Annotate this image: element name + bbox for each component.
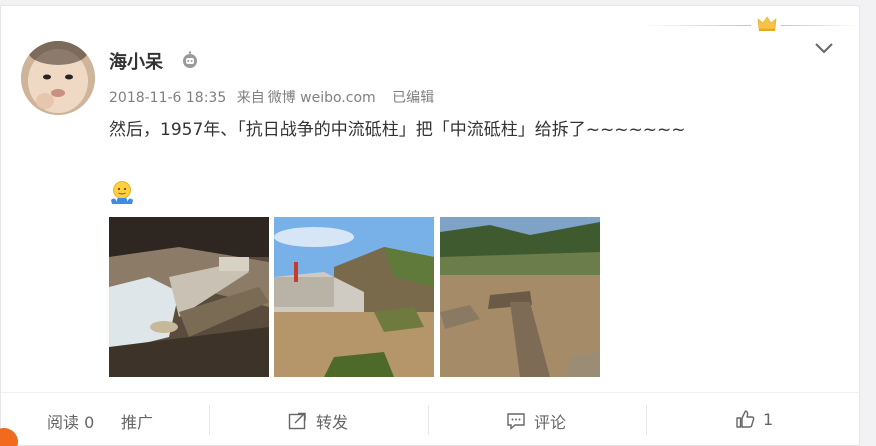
post-timestamp[interactable]: 2018-11-6 18:35 — [109, 90, 226, 106]
comment-icon — [507, 413, 525, 431]
member-crown-decoration — [641, 16, 859, 31]
footer-divider — [646, 405, 647, 435]
post-text: 然后，1957年、「抗日战争的中流砥柱」把「中流砥柱」给拆了~~~~~~~ — [109, 120, 686, 140]
crown-icon — [757, 16, 777, 31]
post-source[interactable]: 微博 weibo.com — [268, 90, 376, 106]
photo-dam-model[interactable] — [109, 217, 269, 377]
read-count: 阅读 0 — [47, 409, 94, 433]
repost-button[interactable]: 转发 — [288, 409, 348, 433]
page-edge — [862, 0, 876, 446]
read-count-label: 阅读 0 — [47, 413, 95, 432]
comment-button[interactable]: 评论 — [506, 409, 566, 433]
robot-verify-icon — [183, 51, 197, 68]
chevron-down-icon[interactable] — [813, 40, 835, 56]
footer-divider — [428, 405, 429, 435]
thumbs-up-icon — [736, 410, 755, 428]
post-footer: 阅读 0 推广 转发 评论 1 — [1, 392, 861, 446]
photo-river-pillar[interactable] — [440, 217, 600, 377]
footer-divider — [209, 405, 210, 435]
edited-label[interactable]: 已编辑 — [392, 90, 434, 106]
like-button[interactable]: 1 — [735, 409, 773, 429]
promote-button[interactable]: 推广 — [121, 409, 153, 433]
weibo-post-card: 海小呆 2018-11-6 18:35 来自 微博 weibo.com 已编辑 然… — [0, 5, 861, 446]
username[interactable]: 海小呆 — [109, 48, 163, 74]
like-count: 1 — [763, 409, 774, 429]
promote-label: 推广 — [121, 413, 154, 432]
comment-label: 评论 — [534, 413, 567, 432]
shrug-emoji-icon — [111, 181, 133, 204]
avatar[interactable] — [21, 41, 95, 115]
source-prefix: 来自 — [236, 90, 265, 106]
photo-dam-spillway[interactable] — [274, 217, 434, 377]
share-icon — [288, 412, 306, 430]
repost-label: 转发 — [316, 413, 349, 432]
post-meta: 2018-11-6 18:35 来自 微博 weibo.com 已编辑 — [109, 87, 440, 107]
